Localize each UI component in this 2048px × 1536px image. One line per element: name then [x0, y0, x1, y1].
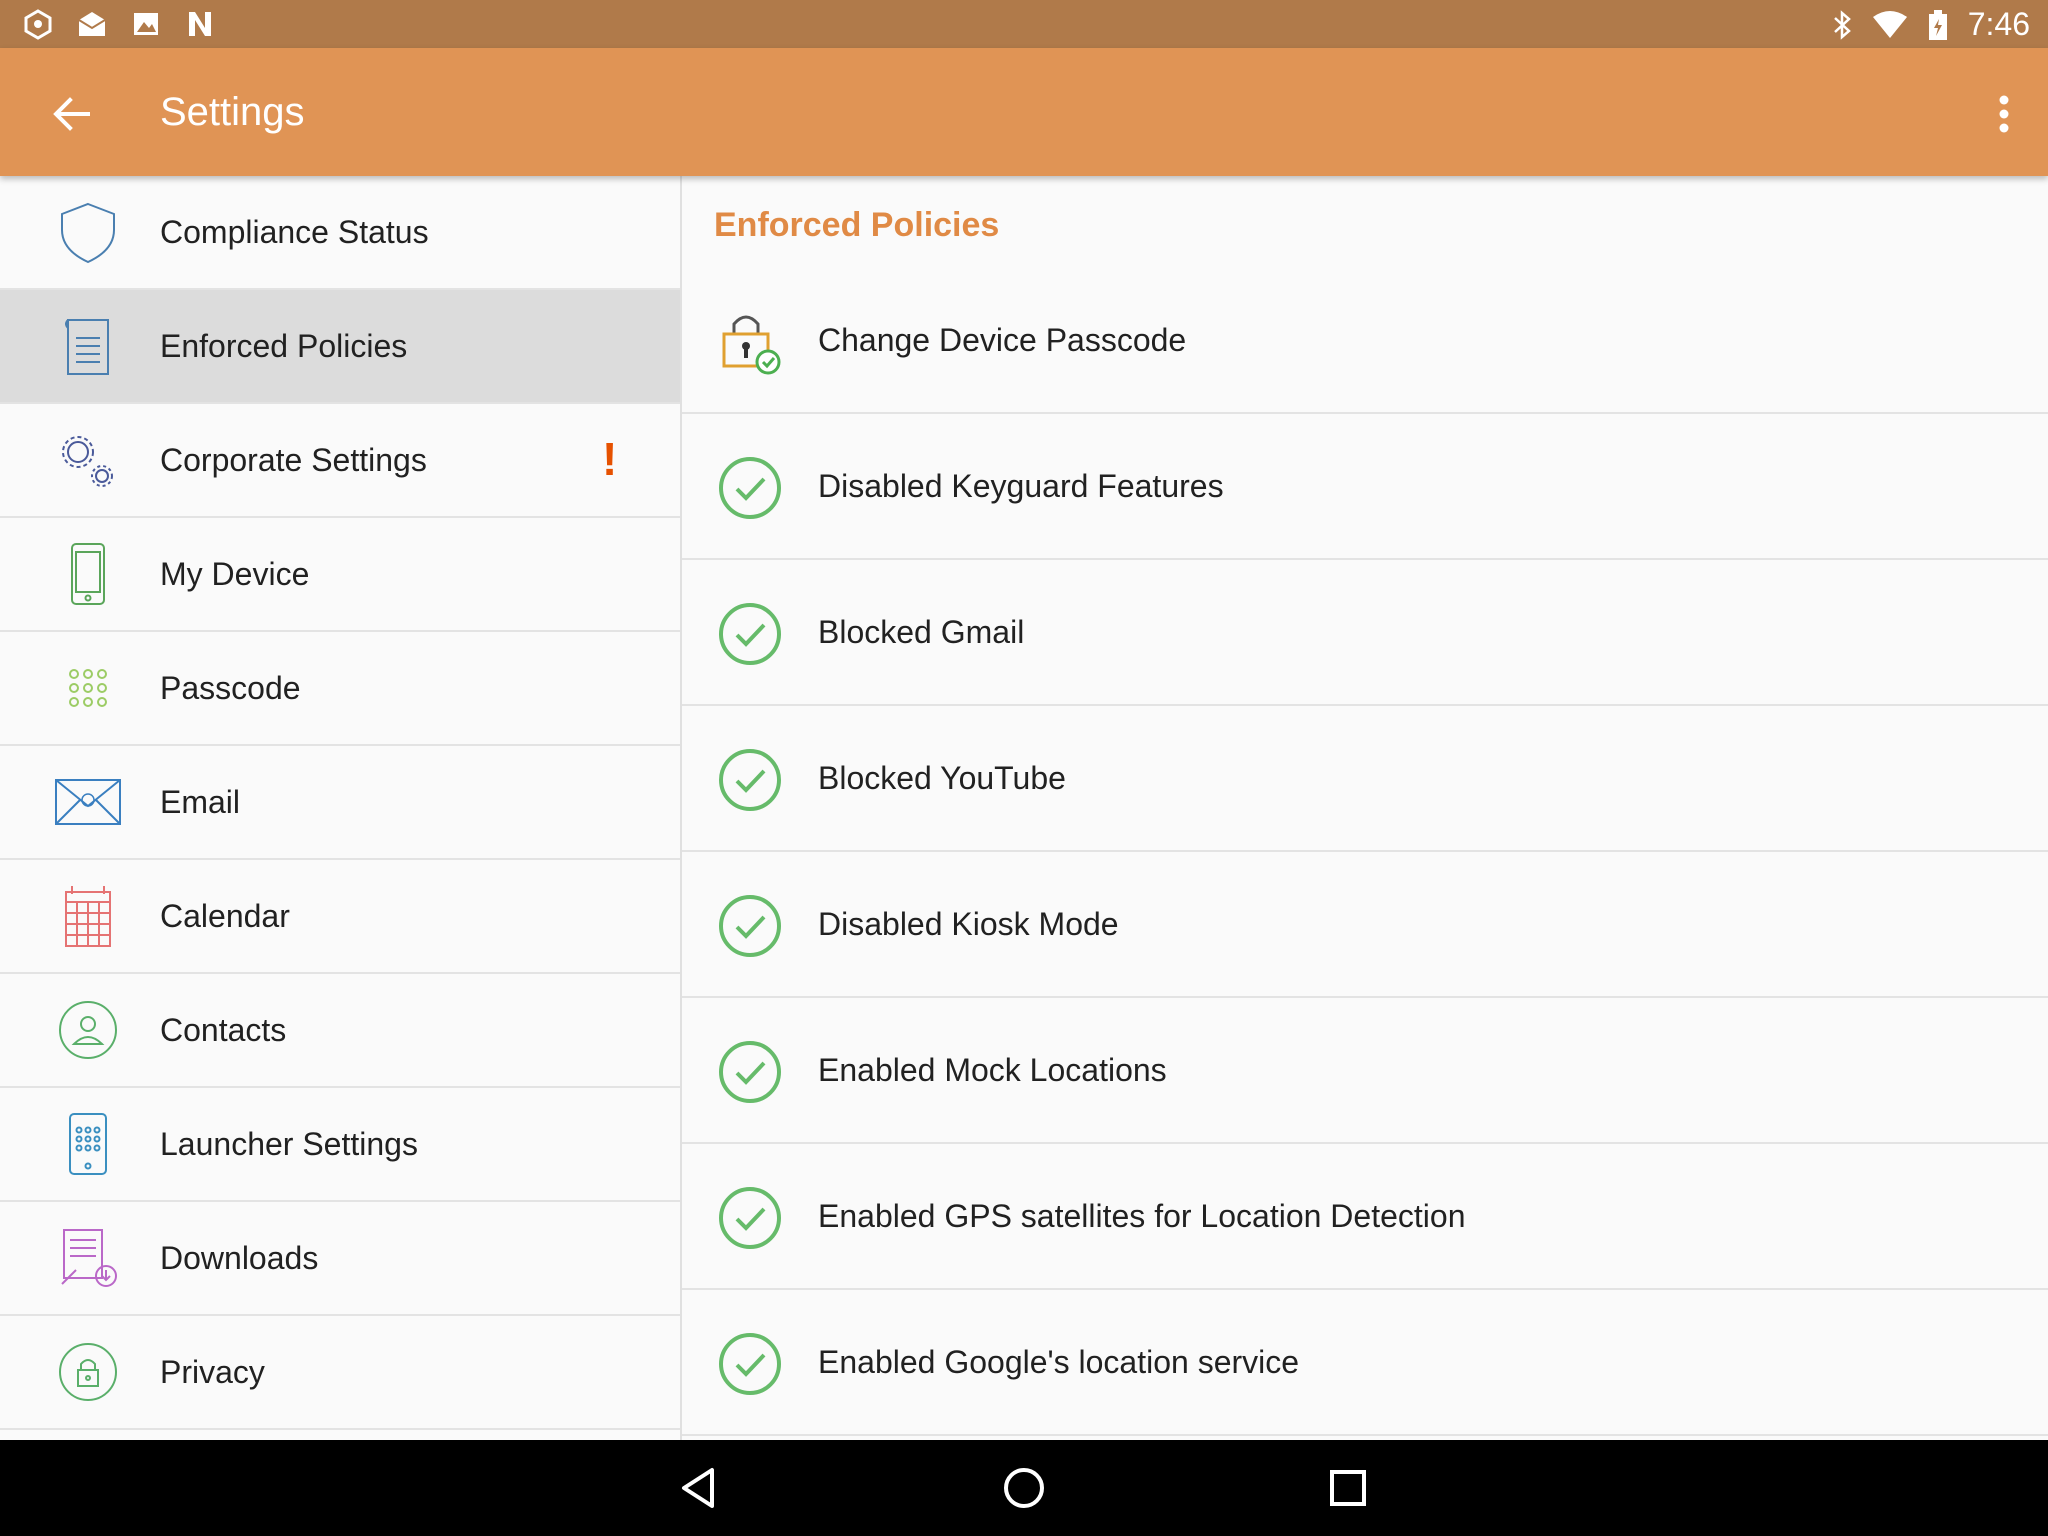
document-icon [65, 319, 109, 375]
check-circle-icon [719, 895, 781, 957]
sidebar-item-compliance-status[interactable]: Compliance Status [0, 176, 680, 290]
policy-row[interactable]: Change Device Passcode [682, 268, 2048, 414]
back-arrow-icon[interactable] [40, 82, 104, 146]
more-options-icon[interactable] [1972, 82, 2036, 146]
sidebar-item-label: Launcher Settings [160, 1126, 418, 1162]
sidebar-item-label: Privacy [160, 1354, 265, 1390]
policy-row[interactable]: Enabled Mock Locations [682, 998, 2048, 1144]
sidebar-item-contacts[interactable]: Contacts [0, 974, 680, 1088]
check-circle-icon [719, 1333, 781, 1395]
sidebar-item-label: Email [160, 784, 241, 820]
policy-row[interactable]: Disabled Keyguard Features [682, 414, 2048, 560]
sidebar-item-enforced-policies[interactable]: Enforced Policies [0, 290, 680, 404]
policies-panel: Enforced Policies Change Device Passcode… [682, 176, 2048, 1440]
calendar-icon [65, 886, 111, 947]
download-document-icon [61, 1229, 117, 1287]
app-bar: Settings [0, 48, 2048, 176]
launcher-phone-icon [69, 1113, 107, 1175]
sidebar-item-corporate-settings[interactable]: Corporate Settings ! [0, 404, 680, 518]
passcode-lock-icon [722, 315, 781, 375]
keypad-icon [69, 669, 107, 707]
sidebar-item-passcode[interactable]: Passcode [0, 632, 680, 746]
system-navigation-bar [0, 1440, 2048, 1536]
sidebar-item-my-device[interactable]: My Device [0, 518, 680, 632]
sidebar-item-label: Downloads [160, 1240, 319, 1276]
sidebar-item-label: Enforced Policies [160, 328, 408, 364]
wifi-icon [1872, 10, 1907, 38]
policy-label: Blocked YouTube [818, 760, 1066, 796]
app-notification-icon [24, 9, 52, 40]
check-circle-icon [719, 457, 781, 519]
section-title: Enforced Policies [714, 206, 1000, 244]
sidebar-item-privacy[interactable]: Privacy [0, 1316, 680, 1430]
sidebar-item-label: My Device [160, 556, 310, 592]
sidebar-item-label: Compliance Status [160, 214, 429, 250]
check-circle-icon [719, 749, 781, 811]
phone-icon [71, 543, 105, 605]
policy-label: Change Device Passcode [818, 322, 1187, 358]
bluetooth-icon [1833, 9, 1851, 40]
warning-badge: ! [602, 433, 618, 485]
clock: 7:46 [1967, 6, 2030, 42]
gears-icon [62, 436, 113, 487]
sidebar-item-label: Contacts [160, 1012, 287, 1048]
check-circle-icon [719, 1041, 781, 1103]
n-notification-icon [189, 12, 211, 36]
shield-icon [61, 202, 115, 264]
image-notification-icon [134, 13, 158, 35]
sidebar-item-label: Passcode [160, 670, 301, 706]
contact-icon [59, 1001, 117, 1059]
policy-label: Blocked Gmail [818, 614, 1025, 650]
back-triangle-icon[interactable] [676, 1464, 724, 1512]
battery-icon [1928, 9, 1947, 40]
policy-label: Enabled Mock Locations [818, 1052, 1167, 1088]
settings-sidebar: Compliance Status Enforced Policies Corp… [0, 176, 682, 1440]
policy-row[interactable]: Blocked Gmail [682, 560, 2048, 706]
check-circle-icon [719, 1187, 781, 1249]
page-title: Settings [160, 90, 305, 134]
policy-row[interactable]: Enabled GPS satellites for Location Dete… [682, 1144, 2048, 1290]
sidebar-item-downloads[interactable]: Downloads [0, 1202, 680, 1316]
recents-square-icon[interactable] [1324, 1464, 1372, 1512]
sidebar-item-label: Calendar [160, 898, 290, 934]
policy-row[interactable]: Blocked YouTube [682, 706, 2048, 852]
mail-notification-icon [78, 12, 106, 36]
sidebar-item-email[interactable]: Email [0, 746, 680, 860]
sidebar-item-launcher-settings[interactable]: Launcher Settings [0, 1088, 680, 1202]
status-bar: 7:46 [0, 0, 2048, 48]
check-circle-icon [719, 603, 781, 665]
privacy-lock-icon [59, 1343, 117, 1401]
home-circle-icon[interactable] [1000, 1464, 1048, 1512]
policy-row[interactable]: Disabled Kiosk Mode [682, 852, 2048, 998]
envelope-icon [55, 779, 121, 825]
policy-row[interactable]: Enabled Google's location service [682, 1290, 2048, 1436]
policy-label: Enabled Google's location service [818, 1344, 1300, 1380]
policy-label: Disabled Kiosk Mode [818, 906, 1119, 942]
policy-label: Enabled GPS satellites for Location Dete… [818, 1198, 1466, 1234]
sidebar-item-calendar[interactable]: Calendar [0, 860, 680, 974]
policy-label: Disabled Keyguard Features [818, 468, 1224, 504]
sidebar-item-label: Corporate Settings [160, 442, 427, 478]
